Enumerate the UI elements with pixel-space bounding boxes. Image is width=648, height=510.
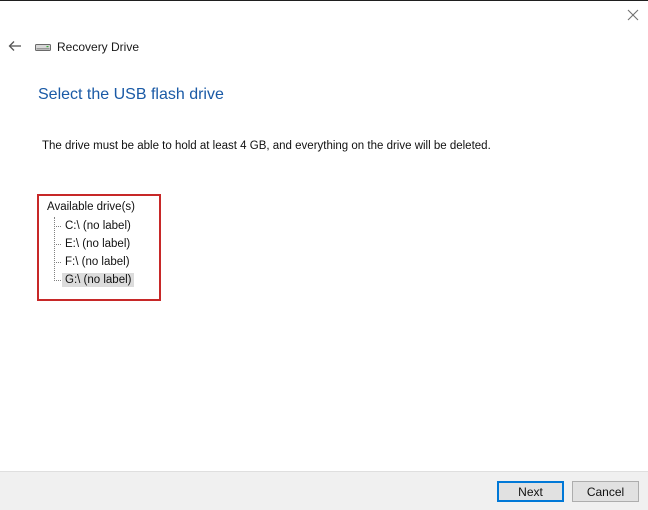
tree-branch — [54, 225, 61, 227]
cancel-button[interactable]: Cancel — [572, 481, 639, 502]
app-header: Recovery Drive — [35, 38, 139, 56]
tree-branch — [54, 261, 61, 263]
back-button[interactable] — [4, 35, 26, 57]
drive-icon — [35, 40, 51, 54]
drive-label: F:\ (no label) — [65, 256, 130, 268]
tree-branch — [54, 279, 61, 281]
drives-tree-root: Available drive(s) — [47, 201, 135, 213]
page-title: Select the USB flash drive — [38, 86, 224, 103]
drive-item-c[interactable]: C:\ (no label) — [54, 218, 134, 234]
next-button[interactable]: Next — [497, 481, 564, 502]
app-title: Recovery Drive — [57, 40, 140, 54]
close-icon — [627, 9, 639, 21]
window-top-border — [0, 0, 648, 1]
drive-label: C:\ (no label) — [65, 220, 131, 232]
tree-branch — [54, 243, 61, 245]
close-button[interactable] — [618, 0, 648, 30]
drive-label: G:\ (no label) — [62, 273, 135, 287]
drive-item-f[interactable]: F:\ (no label) — [54, 254, 133, 270]
back-arrow-icon — [8, 41, 21, 51]
recovery-drive-window: Recovery Drive Select the USB flash driv… — [0, 0, 648, 510]
drive-item-e[interactable]: E:\ (no label) — [54, 236, 133, 252]
drive-label: E:\ (no label) — [65, 238, 131, 250]
instruction-text: The drive must be able to hold at least … — [42, 140, 491, 152]
drive-item-g[interactable]: G:\ (no label) — [54, 272, 135, 288]
